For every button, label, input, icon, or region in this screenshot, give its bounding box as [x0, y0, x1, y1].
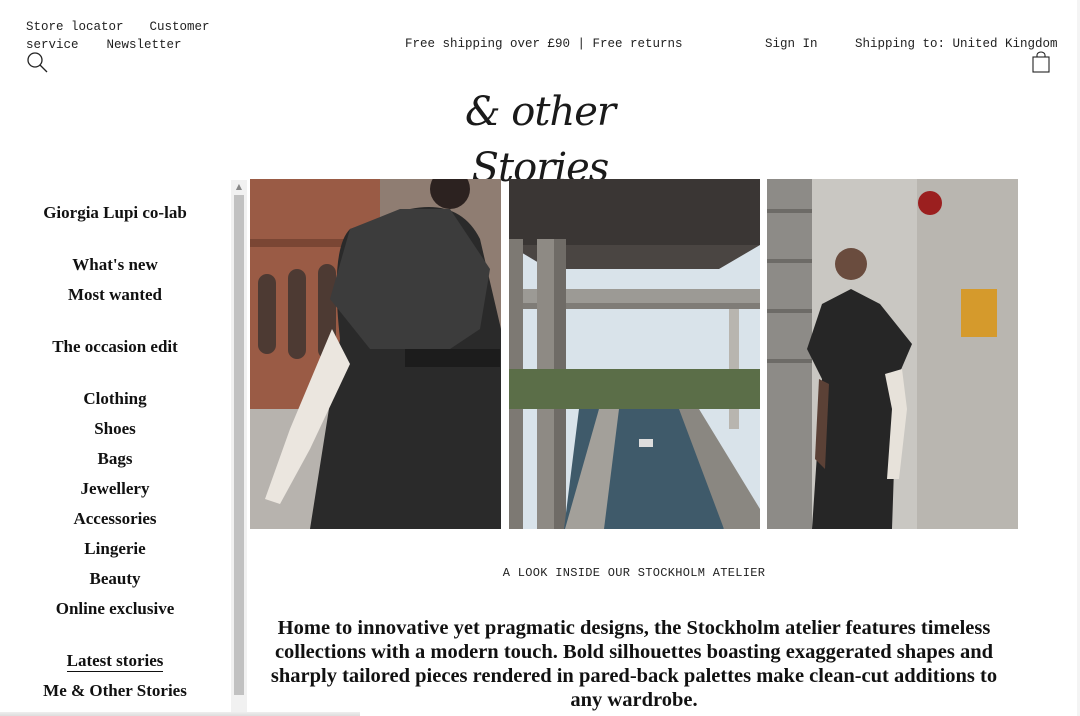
nav-latest-stories[interactable]: Latest stories [0, 646, 230, 676]
horizontal-scroll-edge [0, 712, 360, 716]
customer-service-link[interactable]: Customer [150, 20, 210, 34]
atelier-photo-canal-bridge[interactable] [509, 179, 760, 529]
shopping-bag-icon[interactable] [1032, 51, 1050, 73]
customer-service-link-cont[interactable]: service [26, 38, 79, 52]
sidebar-scrollbar[interactable]: ▲ [231, 180, 247, 716]
brand-logo[interactable]: & other Stories [410, 84, 670, 191]
utility-links: Store locator Customer service Newsletter [26, 18, 226, 54]
nav-giorgia-lupi[interactable]: Giorgia Lupi co-lab [0, 198, 230, 228]
newsletter-link[interactable]: Newsletter [107, 38, 182, 52]
nav-accessories[interactable]: Accessories [0, 504, 230, 534]
atelier-photo-model-front[interactable] [767, 179, 1018, 529]
shipping-country-selector[interactable]: Shipping to: United Kingdom [855, 37, 1058, 51]
top-bar: Store locator Customer service Newsletter … [0, 0, 1080, 80]
section-caption: A LOOK INSIDE OUR STOCKHOLM ATELIER [502, 566, 766, 580]
nav-lingerie[interactable]: Lingerie [0, 534, 230, 564]
nav-shoes[interactable]: Shoes [0, 414, 230, 444]
category-sidebar: Giorgia Lupi co-lab What's new Most want… [0, 180, 247, 716]
sign-in-link[interactable]: Sign In [765, 37, 818, 51]
search-icon[interactable] [26, 51, 50, 75]
nav-clothing[interactable]: Clothing [0, 384, 230, 414]
nav-occasion-edit[interactable]: The occasion edit [0, 332, 230, 362]
nav-jewellery[interactable]: Jewellery [0, 474, 230, 504]
category-nav: Giorgia Lupi co-lab What's new Most want… [0, 180, 230, 706]
nav-beauty[interactable]: Beauty [0, 564, 230, 594]
promo-banner: Free shipping over £90 | Free returns [405, 37, 683, 51]
nav-latest-stories-label: Latest stories [66, 651, 164, 672]
nav-online-exclusive[interactable]: Online exclusive [0, 594, 230, 624]
store-locator-link[interactable]: Store locator [26, 20, 124, 34]
nav-bags[interactable]: Bags [0, 444, 230, 474]
nav-me-and-other-stories[interactable]: Me & Other Stories [0, 676, 230, 706]
nav-most-wanted[interactable]: Most wanted [0, 280, 230, 310]
scrollbar-thumb[interactable] [234, 195, 244, 695]
atelier-photo-back-view[interactable] [250, 179, 501, 529]
nav-whats-new[interactable]: What's new [0, 250, 230, 280]
atelier-description: Home to innovative yet pragmatic designs… [270, 617, 998, 711]
scroll-up-arrow-icon[interactable]: ▲ [231, 180, 247, 194]
atelier-image-gallery [250, 179, 1018, 529]
